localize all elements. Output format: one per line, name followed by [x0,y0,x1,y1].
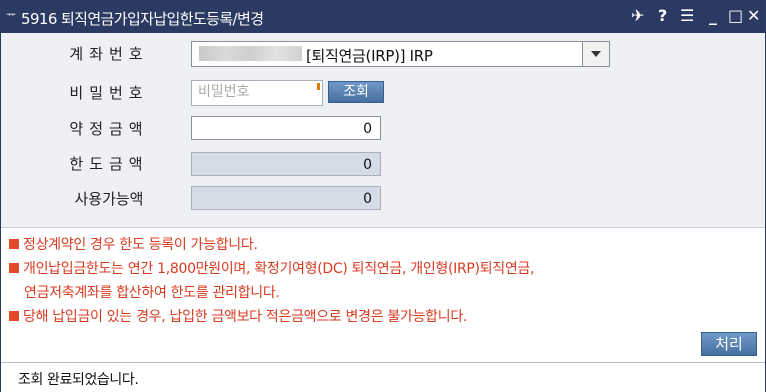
bullet-square-icon [9,239,19,249]
lookup-button[interactable]: 조회 [328,81,384,103]
notice-line: 당해 납입금이 있는 경우, 납입한 금액보다 적은금액으로 변경은 불가능합니… [9,306,467,326]
notice-line: 정상계약인 경우 한도 등록이 가능합니다. [9,234,258,254]
close-icon[interactable]: ✕ [747,7,760,25]
available-amount-label: 사용가능액 [74,190,144,208]
password-field[interactable] [191,80,323,106]
title-bar: ᅲ 5916 퇴직연금가입자납입한도등록/변경 ✈ ? ☰ _ □ ✕ [1,1,765,33]
password-label: 비밀번호 [69,84,149,102]
limit-amount-label: 한도금액 [69,155,149,173]
notice-line: 개인납입금한도는 연간 1,800만원이며, 확정기여형(DC) 퇴직연금, 개… [9,258,534,278]
notice-panel: 정상계약인 경우 한도 등록이 가능합니다. 개인납입금한도는 연간 1,800… [1,227,765,363]
notice-line-continued: 연금저축계좌를 합산하여 한도를 관리합니다. [24,285,280,301]
app-window: ᅲ 5916 퇴직연금가입자납입한도등록/변경 ✈ ? ☰ _ □ ✕ 계좌번호… [0,0,766,392]
status-bar: 조회 완료되었습니다. [1,362,765,392]
required-marker-icon [317,83,320,90]
account-select[interactable]: [퇴직연금(IRP)] IRP [191,41,610,67]
chevron-down-icon [591,51,601,57]
process-button[interactable]: 처리 [701,332,757,356]
window-title: 5916 퇴직연금가입자납입한도등록/변경 [21,10,264,28]
help-icon[interactable]: ? [658,7,667,25]
minimize-icon[interactable]: _ [709,7,717,25]
status-message: 조회 완료되었습니다. [18,372,139,388]
maximize-icon[interactable]: □ [728,7,743,25]
account-value: [퇴직연금(IRP)] IRP [306,47,433,65]
limit-amount-field: 0 [191,152,381,176]
contract-amount-input[interactable]: 0 [191,116,381,140]
menu-icon[interactable]: ☰ [680,7,694,25]
screen-menu-icon[interactable]: ᅲ [6,6,16,22]
password-input[interactable] [198,82,308,102]
contract-amount-label: 약정금액 [69,120,149,138]
bullet-square-icon [9,263,19,273]
account-label: 계좌번호 [69,45,149,63]
available-amount-field: 0 [191,186,381,210]
masked-account-number [199,46,302,61]
bullet-square-icon [9,311,19,321]
account-dropdown-button[interactable] [582,42,609,66]
input-form: 계좌번호 [퇴직연금(IRP)] IRP 비밀번호 조회 약정금액 0 한도금액… [1,33,765,227]
pin-icon[interactable]: ✈ [631,7,644,25]
